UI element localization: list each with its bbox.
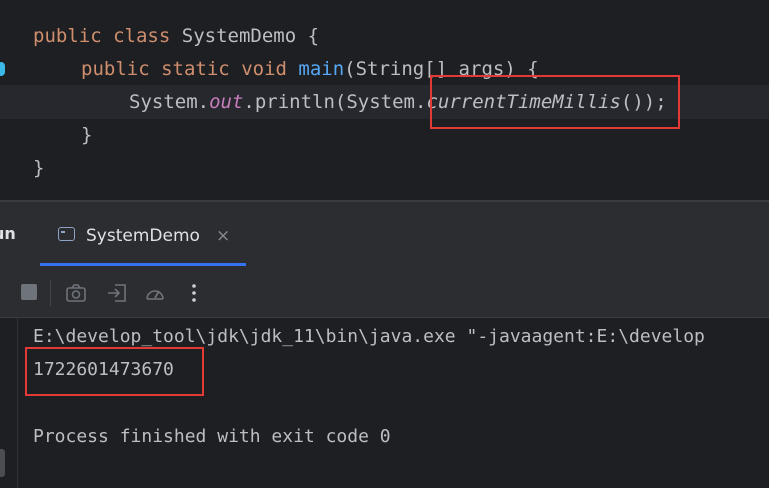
keyword: static	[161, 58, 230, 80]
code-text: SystemDemo {	[181, 25, 320, 47]
output-highlight-box	[25, 347, 204, 396]
keyword: public	[81, 58, 150, 80]
static-field: out	[209, 91, 244, 113]
tab-systemdemo[interactable]: SystemDemo ×	[40, 202, 246, 266]
code-line-4: }	[81, 118, 92, 152]
export-icon[interactable]	[106, 282, 128, 304]
code-line-5: }	[33, 151, 44, 185]
run-gutter-marker-icon[interactable]	[0, 62, 5, 76]
keyword: void	[241, 58, 287, 80]
close-icon[interactable]: ×	[216, 226, 230, 246]
code-text: .println(System.	[243, 91, 427, 113]
annotation-highlight-box	[430, 75, 680, 129]
keyword: class	[113, 25, 171, 47]
more-vertical-icon[interactable]	[183, 282, 205, 304]
method-name: main	[298, 58, 345, 80]
camera-icon[interactable]	[65, 282, 87, 304]
code-line-1: public class SystemDemo {	[33, 19, 319, 53]
gauge-icon[interactable]	[144, 282, 166, 304]
console-scrollbar[interactable]	[0, 449, 5, 477]
terminal-tab-icon	[58, 227, 75, 241]
stop-icon[interactable]	[19, 282, 41, 304]
run-toolbar	[0, 266, 769, 318]
console-exit-message: Process finished with exit code 0	[33, 426, 391, 447]
code-editor[interactable]: public class SystemDemo { public static …	[0, 0, 769, 200]
keyword: public	[33, 25, 102, 47]
closing-brace: }	[33, 157, 45, 179]
tab-label: SystemDemo	[86, 226, 200, 246]
code-text: System.	[129, 91, 210, 113]
run-panel-title: un	[0, 224, 16, 243]
toolbar-separator	[50, 280, 51, 306]
closing-brace: }	[81, 124, 93, 146]
